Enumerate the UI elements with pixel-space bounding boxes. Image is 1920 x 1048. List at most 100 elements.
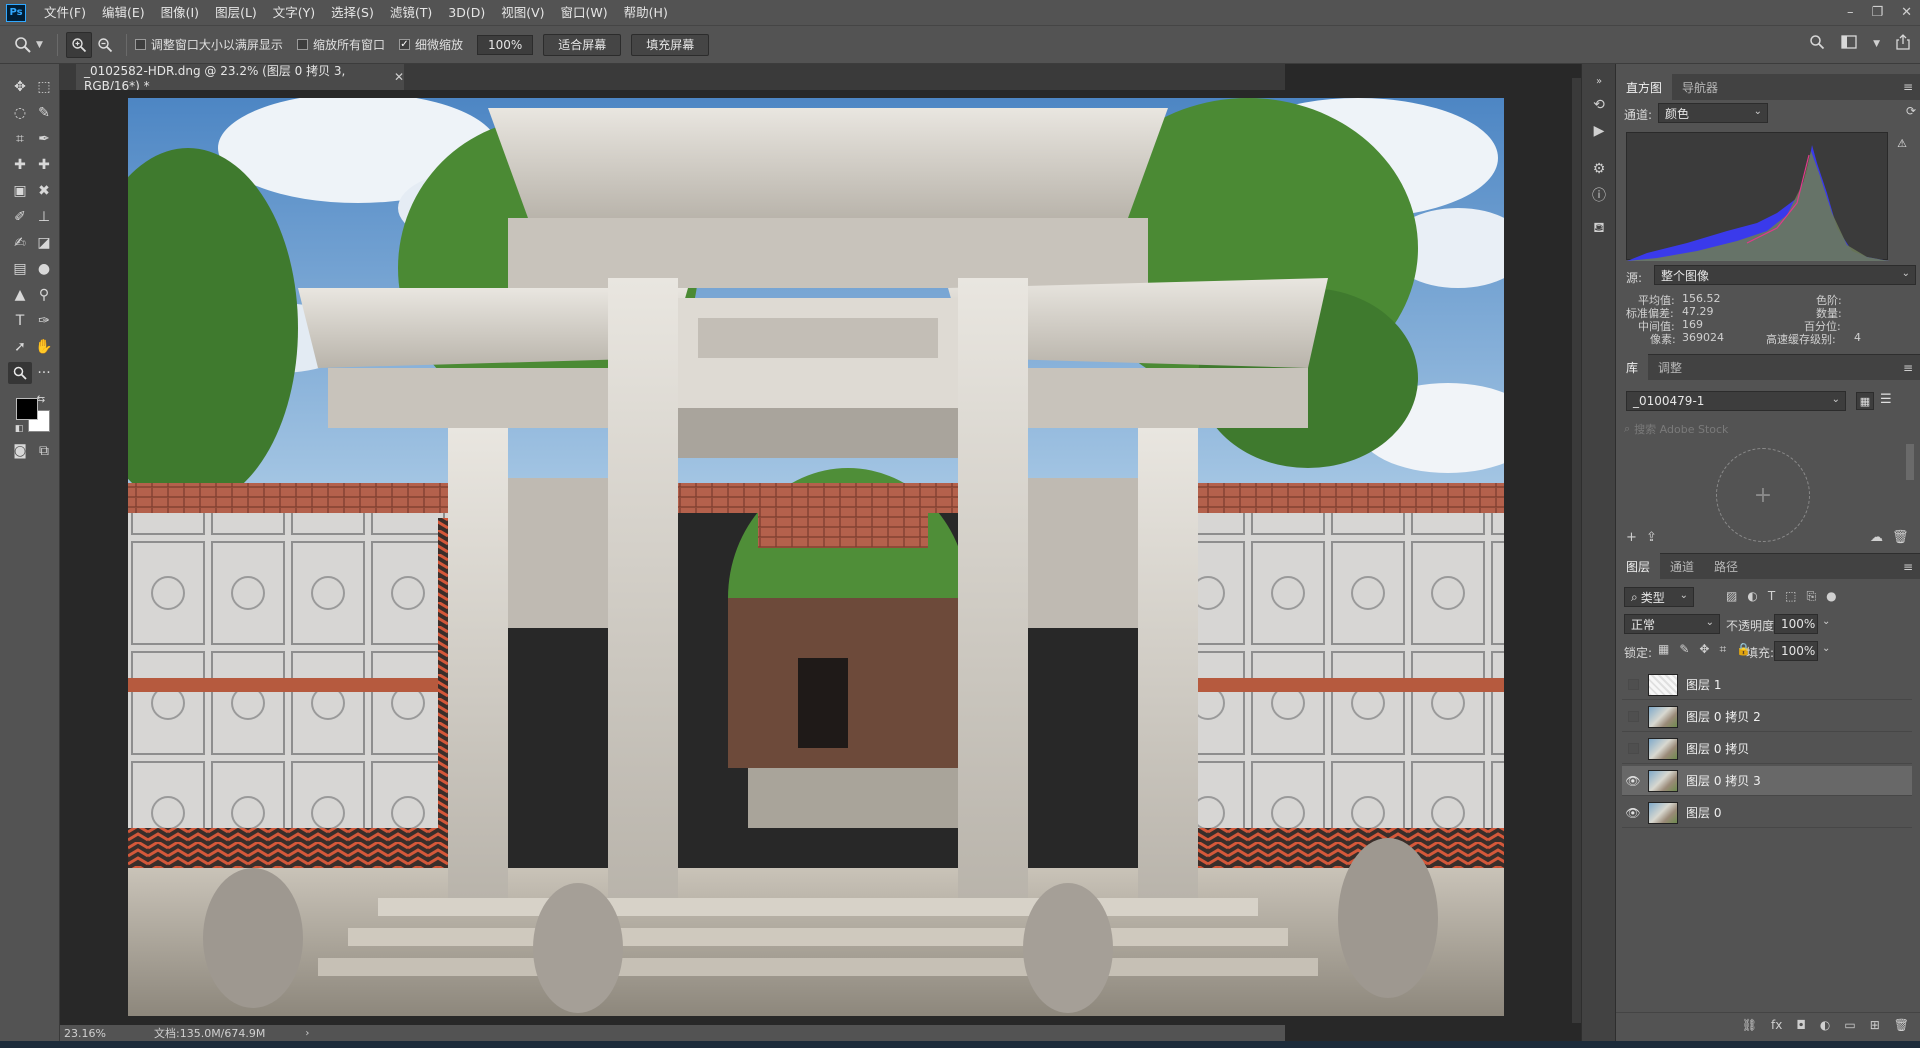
menu-help[interactable]: 帮助(H)	[616, 0, 676, 25]
lock-artboard-icon[interactable]: ⌗	[1719, 642, 1726, 657]
blend-mode-select[interactable]: 正常 ⌄	[1624, 614, 1720, 634]
menu-filter[interactable]: 滤镜(T)	[382, 0, 440, 25]
chevron-down-icon[interactable]: ⌄	[1822, 616, 1830, 627]
path-tool-icon[interactable]: ✑	[32, 310, 56, 332]
link-layers-icon[interactable]: ⛓	[1742, 1018, 1757, 1032]
menu-window[interactable]: 窗口(W)	[553, 0, 616, 25]
source-select[interactable]: 整个图像 ⌄	[1654, 265, 1916, 285]
menu-3d[interactable]: 3D(D)	[440, 0, 493, 25]
tab-channels[interactable]: 通道	[1660, 553, 1704, 579]
grid-view-icon[interactable]: ▦	[1856, 392, 1874, 410]
visibility-toggle[interactable]	[1622, 702, 1644, 732]
stock-search-field[interactable]: ⌕ 搜索 Adobe Stock	[1624, 419, 1914, 439]
checkbox-box[interactable]	[296, 39, 308, 50]
zoom-percent-field[interactable]: 100%	[476, 34, 534, 55]
pen-tool-icon[interactable]: ▲	[8, 284, 32, 306]
tab-library[interactable]: 库	[1616, 354, 1649, 380]
visibility-toggle[interactable]: 👁	[1622, 766, 1644, 796]
document-tab[interactable]: _0102582-HDR.dng @ 23.2% (图层 0 拷贝 3, RGB…	[76, 64, 404, 93]
zoom-tool-icon[interactable]	[8, 362, 32, 384]
collapse-icon[interactable]: »	[1588, 70, 1610, 92]
layer-mask-icon[interactable]: ◘	[1796, 1018, 1806, 1032]
type-tool-icon[interactable]: T	[8, 310, 32, 332]
shape-filter-icon[interactable]: ⬚	[1785, 589, 1796, 604]
frame-tool-icon[interactable]: ▣	[8, 180, 32, 202]
upload-icon[interactable]: ⇪	[1646, 530, 1657, 545]
close-icon[interactable]: ✕	[1901, 5, 1912, 20]
cloud-sync-icon[interactable]: ☁	[1870, 530, 1883, 545]
workspace-icon[interactable]	[1841, 35, 1857, 52]
checkbox-checked[interactable]: ✓	[398, 39, 410, 50]
tab-layers[interactable]: 图层	[1616, 553, 1661, 579]
opacity-field[interactable]: 100%	[1774, 614, 1818, 634]
library-scrollbar[interactable]	[1906, 444, 1914, 480]
visibility-toggle[interactable]: 👁	[1622, 798, 1644, 828]
panel-menu-icon[interactable]: ≡	[1903, 560, 1913, 574]
lock-pixels-icon[interactable]: ✎	[1679, 642, 1689, 657]
healing-brush-icon[interactable]: ✚	[8, 154, 32, 176]
direct-selection-icon[interactable]: ➚	[8, 336, 32, 358]
layer-row[interactable]: 图层 0 拷贝 2	[1622, 702, 1912, 732]
fill-screen-button[interactable]: 填充屏幕	[631, 33, 710, 56]
more-tools-icon[interactable]: ···	[32, 362, 56, 384]
clone-stamp-icon[interactable]: ⊥	[32, 206, 56, 228]
eyedropper-icon[interactable]: ✒	[32, 128, 56, 150]
share-icon[interactable]	[1896, 34, 1910, 53]
crop-tool-icon[interactable]: ⌗	[8, 128, 32, 150]
filter-toggle-icon[interactable]: ●	[1826, 589, 1836, 604]
adjustment-layer-icon[interactable]: ◐	[1820, 1018, 1830, 1032]
document-image[interactable]	[128, 98, 1504, 1016]
list-view-icon[interactable]: ☰	[1880, 392, 1892, 407]
foreground-color-swatch[interactable]	[16, 398, 38, 420]
library-select[interactable]: _0100479-1 ⌄	[1626, 391, 1846, 411]
chevron-down-icon[interactable]: ▼	[1873, 39, 1880, 49]
restore-icon[interactable]: ❐	[1871, 5, 1883, 20]
history-icon[interactable]: ⟲	[1588, 94, 1610, 116]
hand-tool-icon[interactable]: ✋	[32, 336, 56, 358]
refresh-icon[interactable]: ⟳	[1906, 104, 1916, 118]
tab-histogram[interactable]: 直方图	[1616, 74, 1673, 100]
visibility-toggle[interactable]	[1622, 670, 1644, 700]
minimize-icon[interactable]: –	[1847, 5, 1854, 20]
panel-menu-icon[interactable]: ≡	[1903, 80, 1913, 94]
zoom-in-icon[interactable]	[65, 31, 92, 58]
chevron-down-icon[interactable]: ⌄	[1822, 643, 1830, 654]
default-colors-icon[interactable]: ◧	[12, 422, 26, 436]
type-filter-icon[interactable]: T	[1768, 589, 1775, 604]
trash-icon[interactable]: 🗑	[1892, 530, 1909, 545]
checkbox-box[interactable]	[134, 39, 146, 50]
lasso-tool-icon[interactable]: ◌	[8, 102, 32, 124]
channel-select[interactable]: 颜色 ⌄	[1658, 103, 1768, 123]
screen-mode-icon[interactable]: ⧉	[32, 440, 56, 462]
gradient-tool-icon[interactable]: ▤	[8, 258, 32, 280]
smart-object-filter-icon[interactable]: ⎘	[1807, 589, 1817, 604]
zoom-out-icon[interactable]	[92, 32, 118, 58]
layer-row[interactable]: 👁 图层 0	[1622, 798, 1912, 828]
zoom-level[interactable]: 23.16%	[64, 1027, 122, 1040]
menu-file[interactable]: 文件(F)	[36, 0, 94, 25]
marquee-tool-icon[interactable]: ⬚	[32, 76, 56, 98]
canvas-area[interactable]	[60, 90, 1504, 1025]
layer-row[interactable]: 图层 1	[1622, 670, 1912, 700]
menu-edit[interactable]: 编辑(E)	[94, 0, 153, 25]
patch-tool-icon[interactable]: ✚	[32, 154, 56, 176]
layer-row[interactable]: 图层 0 拷贝	[1622, 734, 1912, 764]
add-content-icon[interactable]: +	[1626, 530, 1637, 545]
lock-transparent-icon[interactable]: ▦	[1658, 642, 1669, 657]
visibility-toggle[interactable]	[1622, 734, 1644, 764]
panel-menu-icon[interactable]: ≡	[1903, 361, 1913, 375]
chevron-right-icon[interactable]: ›	[305, 1028, 309, 1039]
zoom-tool-preset-icon[interactable]	[10, 32, 36, 58]
brush-tool-icon[interactable]: ✐	[8, 206, 32, 228]
warning-icon[interactable]: ⚠	[1897, 137, 1907, 150]
tab-adjustments[interactable]: 调整	[1648, 354, 1692, 380]
zoom-all-windows-checkbox[interactable]: 缩放所有窗口	[296, 36, 385, 53]
brush-settings-icon[interactable]: ⛾	[1588, 218, 1610, 240]
layer-style-icon[interactable]: fx	[1771, 1018, 1782, 1032]
history-brush-icon[interactable]: ✍	[8, 232, 32, 254]
tab-paths[interactable]: 路径	[1704, 553, 1748, 579]
scrubby-zoom-checkbox[interactable]: ✓ 细微缩放	[398, 36, 463, 53]
new-group-icon[interactable]: ▭	[1844, 1018, 1855, 1032]
search-icon[interactable]	[1809, 34, 1825, 53]
dodge-tool-icon[interactable]: ⚲	[32, 284, 56, 306]
